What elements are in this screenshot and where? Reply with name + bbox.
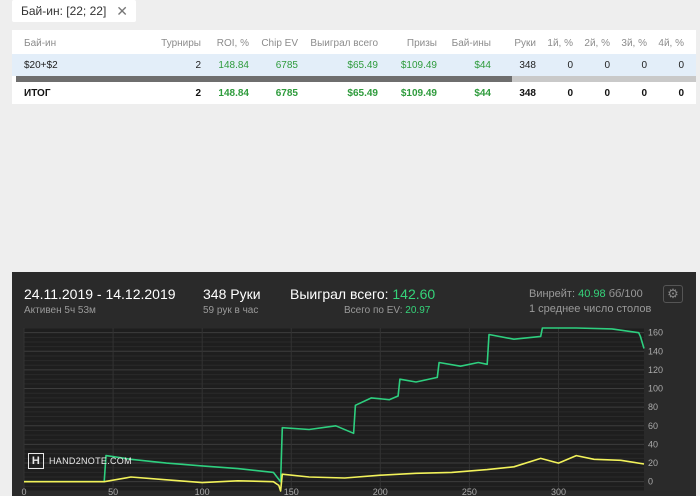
x-tick-label: 250 xyxy=(462,487,477,496)
x-tick-label: 100 xyxy=(195,487,210,496)
total-buyins: $44 xyxy=(474,87,491,99)
y-tick-label: 120 xyxy=(648,365,663,375)
column-header-buyins[interactable]: Бай-ины xyxy=(452,38,491,49)
cell-1st: 0 xyxy=(567,59,573,71)
column-header-chip-ev[interactable]: Chip EV xyxy=(261,38,298,49)
column-header-3rd[interactable]: 3й, % xyxy=(621,38,647,49)
cell-roi: 148.84 xyxy=(218,59,249,71)
column-header-prizes[interactable]: Призы xyxy=(407,38,437,49)
cell-tournaments: 2 xyxy=(195,59,201,71)
table-row[interactable]: $20+$2 2 148.84 6785 $65.49 $109.49 $44 … xyxy=(12,54,696,76)
cell-buyins: $44 xyxy=(474,59,491,71)
total-prizes: $109.49 xyxy=(400,87,437,99)
table-header-row: Бай-ин Турниры ROI, % Chip EV Выиграл вс… xyxy=(12,32,696,54)
table-total-row: ИТОГ 2 148.84 6785 $65.49 $109.49 $44 34… xyxy=(12,82,696,104)
column-header-2nd[interactable]: 2й, % xyxy=(584,38,610,49)
column-header-buyin[interactable]: Бай-ин xyxy=(24,38,56,49)
total-chip-ev: 6785 xyxy=(275,87,298,99)
cell-2nd: 0 xyxy=(604,59,610,71)
cell-buyin: $20+$2 xyxy=(24,59,58,71)
y-tick-label: 60 xyxy=(648,421,658,431)
cell-4th: 0 xyxy=(678,59,684,71)
y-tick-label: 80 xyxy=(648,402,658,412)
total-1st: 0 xyxy=(567,87,573,99)
column-header-4th[interactable]: 4й, % xyxy=(658,38,684,49)
total-roi: 148.84 xyxy=(218,87,249,99)
x-tick-label: 200 xyxy=(373,487,388,496)
y-tick-label: 0 xyxy=(648,477,653,487)
cell-3rd: 0 xyxy=(641,59,647,71)
logo-mark: H xyxy=(28,453,44,469)
x-tick-label: 300 xyxy=(551,487,566,496)
total-label: ИТОГ xyxy=(24,87,51,99)
hand2note-logo: H HAND2NOTE.COM xyxy=(28,453,132,469)
filter-chip[interactable]: Бай-ин: [22; 22] ✕ xyxy=(12,0,137,22)
cell-won-total: $65.49 xyxy=(347,59,378,71)
column-header-tournaments[interactable]: Турниры xyxy=(161,38,201,49)
y-tick-label: 140 xyxy=(648,346,663,356)
y-tick-label: 20 xyxy=(648,458,658,468)
y-tick-label: 160 xyxy=(648,328,663,338)
x-tick-label: 150 xyxy=(284,487,299,496)
x-tick-label: 50 xyxy=(108,487,118,496)
y-tick-label: 40 xyxy=(648,439,658,449)
cell-hands: 348 xyxy=(519,59,536,71)
y-tick-label: 100 xyxy=(648,384,663,394)
logo-text: HAND2NOTE.COM xyxy=(49,456,132,466)
cell-chip-ev: 6785 xyxy=(275,59,298,71)
close-icon[interactable]: ✕ xyxy=(116,4,128,18)
total-4th: 0 xyxy=(678,87,684,99)
x-tick-label: 0 xyxy=(21,487,26,496)
filter-chip-label: Бай-ин: [22; 22] xyxy=(21,4,107,18)
column-header-1st[interactable]: 1й, % xyxy=(547,38,573,49)
y-axis-ticks: 0 20 40 60 80 100 120 140 160 xyxy=(648,328,663,487)
results-graph-panel: 24.11.2019 - 14.12.2019 Активен 5ч 53м 3… xyxy=(12,272,696,496)
stats-table: Бай-ин Турниры ROI, % Chip EV Выиграл вс… xyxy=(12,30,696,104)
total-3rd: 0 xyxy=(641,87,647,99)
column-header-roi[interactable]: ROI, % xyxy=(217,38,249,49)
total-2nd: 0 xyxy=(604,87,610,99)
total-won-total: $65.49 xyxy=(347,87,378,99)
total-tournaments: 2 xyxy=(195,87,201,99)
column-header-won-total[interactable]: Выиграл всего xyxy=(310,38,378,49)
total-hands: 348 xyxy=(519,87,536,99)
column-header-hands[interactable]: Руки xyxy=(514,38,536,49)
cell-prizes: $109.49 xyxy=(400,59,437,71)
